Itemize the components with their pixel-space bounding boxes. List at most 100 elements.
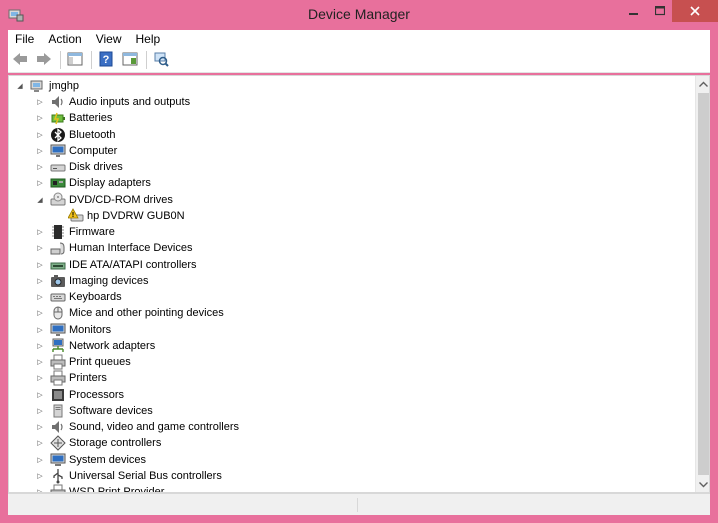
expand-arrow-icon[interactable]: ▷ [35,127,45,143]
tree-item-keyboards[interactable]: ▷ Keyboards [35,289,121,305]
tree-item-system-devices[interactable]: ▷ System devices [35,452,146,468]
expand-arrow-icon[interactable]: ▷ [35,387,45,403]
tree-item-label: Universal Serial Bus controllers [69,469,222,482]
usb-icon [50,468,66,484]
keyboard-icon [50,289,66,305]
expand-arrow-icon[interactable]: ▷ [35,354,45,370]
tree-item-ide-ata-atapi-controllers[interactable]: ▷ IDE ATA/ATAPI controllers [35,257,197,273]
expand-arrow-icon[interactable]: ▷ [35,305,45,321]
tree-item-monitors[interactable]: ▷ Monitors [35,322,111,338]
expand-arrow-icon[interactable]: ▷ [35,175,45,191]
tree-item-mice-and-other-pointing-devices[interactable]: ▷ Mice and other pointing devices [35,305,224,321]
expand-arrow-icon[interactable]: ▷ [35,452,45,468]
tree-item-audio-inputs-and-outputs[interactable]: ▷ Audio inputs and outputs [35,94,190,110]
tree-item-label: hp DVDRW GUB0N [87,209,185,222]
camera-icon [50,273,66,289]
expand-arrow-icon[interactable]: ▷ [35,224,45,240]
expand-arrow-icon[interactable]: ▷ [35,94,45,110]
collapse-arrow-icon[interactable]: ◢ [35,192,45,208]
tree-item-computer[interactable]: ▷ Computer [35,143,117,159]
scan-hardware-changes-icon [153,51,169,70]
tree-item-print-queues[interactable]: ▷ Print queues [35,354,131,370]
menu-action[interactable]: Action [41,30,88,48]
tree-item-bluetooth[interactable]: ▷ Bluetooth [35,127,115,143]
minimize-button[interactable] [620,0,648,22]
device-tree[interactable]: ◢ jmghp ▷ Audio inputs and outputs ▷ Batter… [9,76,695,493]
expand-arrow-icon[interactable]: ▷ [35,257,45,273]
tree-item-sound-video-and-game-controllers[interactable]: ▷ Sound, video and game controllers [35,419,239,435]
tree-item-firmware[interactable]: ▷ Firmware [35,224,115,240]
expand-arrow-icon[interactable]: ▷ [35,403,45,419]
ide-controller-icon [50,257,66,273]
back-button[interactable] [10,50,30,70]
expand-arrow-icon[interactable]: ▷ [35,468,45,484]
expand-arrow-icon[interactable]: ▷ [35,273,45,289]
help-button[interactable]: ? [96,50,116,70]
expand-arrow-icon[interactable]: ▷ [35,435,45,451]
expand-arrow-icon[interactable]: ▷ [35,159,45,175]
expand-arrow-icon[interactable]: ▷ [35,143,45,159]
title-bar[interactable]: Device Manager [0,0,718,30]
tree-item-universal-serial-bus-controllers[interactable]: ▷ Universal Serial Bus controllers [35,468,222,484]
tree-item-label: Firmware [69,226,115,238]
tree-item-label: Display adapters [69,177,151,190]
status-bar-pane [8,498,358,512]
system-device-icon [50,452,66,468]
tree-item-network-adapters[interactable]: ▷ Network adapters [35,338,155,354]
maximize-button[interactable] [648,0,672,22]
show-hide-console-tree-icon [67,52,83,69]
dvd-drive-icon [50,192,66,208]
tree-item-dvd-cd-rom-drives[interactable]: ◢ DVD/CD-ROM drives [35,192,173,208]
tree-item-wsd-print-provider[interactable]: ▷ WSD Print Provider [35,484,165,493]
expand-arrow-icon[interactable]: ▷ [35,484,45,492]
disk-drive-icon [50,159,66,175]
tree-item-label: Computer [69,144,118,157]
menu-help[interactable]: Help [129,30,168,48]
tree-item-human-interface-devices[interactable]: ▷ Human Interface Devices [35,240,193,256]
close-button[interactable] [672,0,718,22]
forward-arrow-icon [36,52,52,69]
collapse-arrow-icon[interactable]: ◢ [15,78,25,94]
expand-arrow-icon[interactable]: ▷ [35,370,45,386]
tree-item-label: WSD Print Provider [69,486,165,493]
scroll-up-button[interactable] [696,76,709,91]
tree-root[interactable]: ◢ jmghp [15,78,79,94]
tree-item-hp-dvdrw-gub0n[interactable]: hp DVDRW GUB0N [53,207,185,224]
tree-item-label: Human Interface Devices [69,242,193,255]
scroll-down-button[interactable] [696,477,709,492]
tree-item-storage-controllers[interactable]: ▷ Storage controllers [35,435,161,451]
tree-item-label: Storage controllers [69,437,162,450]
tree-root-label: jmghp [49,80,79,92]
forward-button[interactable] [34,50,54,70]
show-hide-console-tree-button[interactable] [65,50,85,70]
tree-item-processors[interactable]: ▷ Processors [35,387,124,403]
expand-arrow-icon[interactable]: ▷ [35,289,45,305]
tree-item-batteries[interactable]: ▷ Batteries [35,110,112,126]
menu-file[interactable]: File [8,30,41,48]
menu-view[interactable]: View [89,30,129,48]
expand-arrow-icon[interactable]: ▷ [35,419,45,435]
tree-item-label: IDE ATA/ATAPI controllers [69,258,197,271]
window-title: Device Manager [308,6,410,22]
vertical-scrollbar[interactable] [695,76,709,492]
tree-item-label: Bluetooth [69,128,116,141]
tree-item-label: Audio inputs and outputs [69,96,191,108]
tree-item-software-devices[interactable]: ▷ Software devices [35,403,153,419]
expand-arrow-icon[interactable]: ▷ [35,240,45,256]
expand-arrow-icon[interactable]: ▷ [35,110,45,126]
tree-item-disk-drives[interactable]: ▷ Disk drives [35,159,123,175]
printer-icon [50,370,66,386]
properties-button[interactable] [120,50,140,70]
speaker-icon [50,419,66,435]
expand-arrow-icon[interactable]: ▷ [35,338,45,354]
scan-hardware-changes-button[interactable] [151,50,171,70]
status-bar [8,493,710,515]
tree-item-imaging-devices[interactable]: ▷ Imaging devices [35,273,149,289]
tree-item-display-adapters[interactable]: ▷ Display adapters [35,175,151,191]
expand-arrow-icon[interactable]: ▷ [35,322,45,338]
tree-item-printers[interactable]: ▷ Printers [35,370,107,386]
processor-icon [50,387,66,403]
scrollbar-thumb[interactable] [698,93,709,475]
speaker-icon [50,94,66,110]
